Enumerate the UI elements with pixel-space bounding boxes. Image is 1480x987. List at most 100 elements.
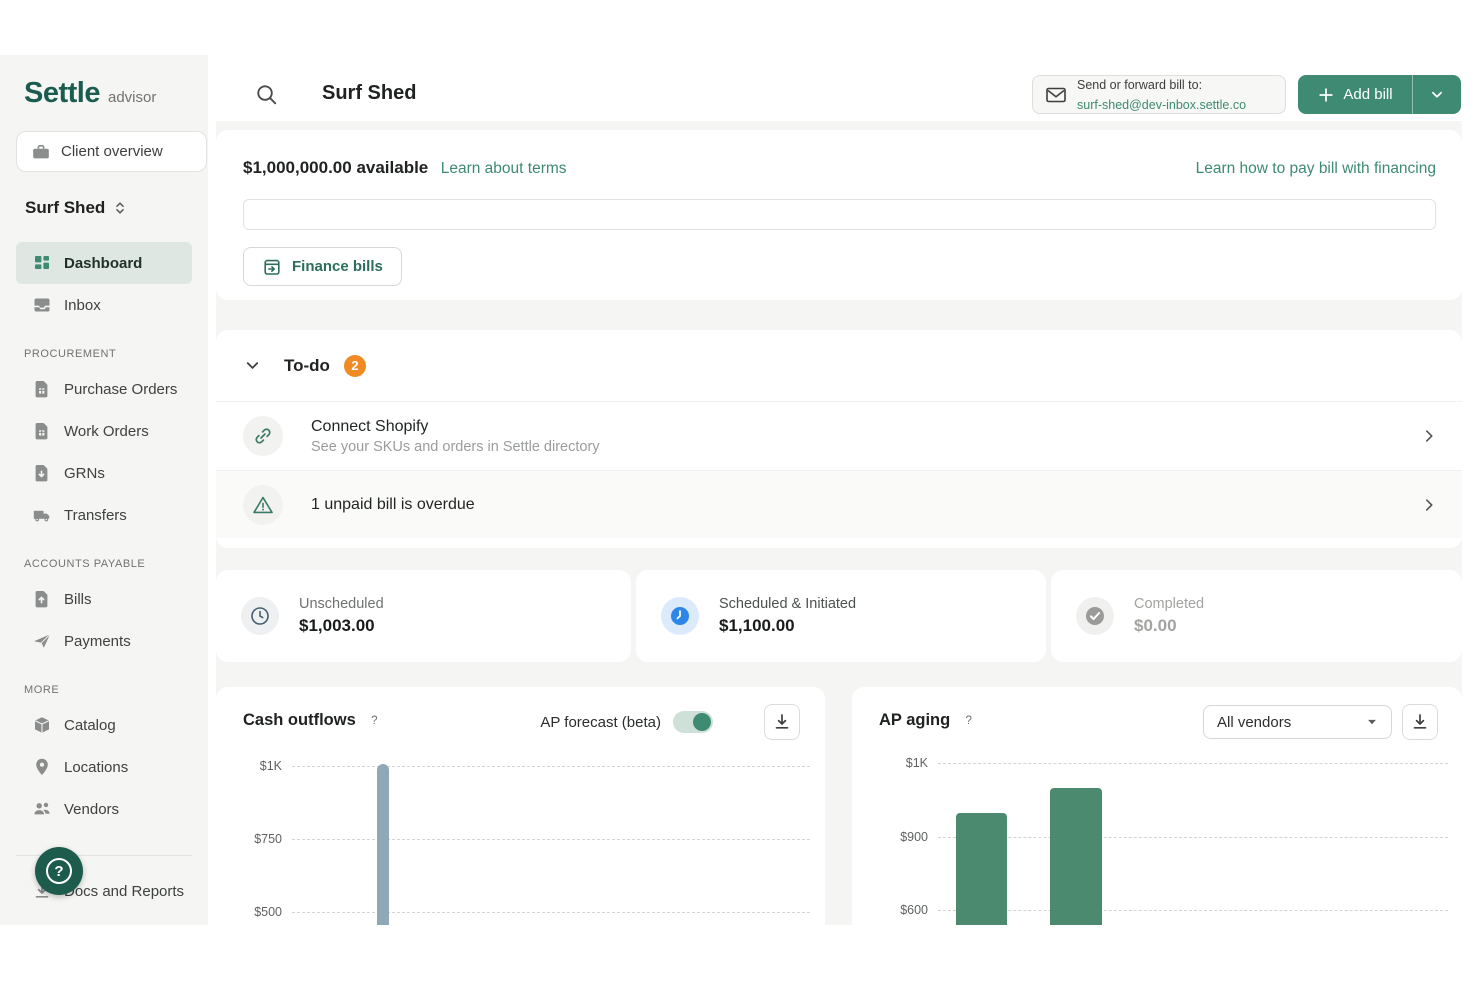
gridline: [292, 766, 810, 767]
sidebar-item-catalog[interactable]: Catalog: [16, 704, 192, 746]
advisor-label: advisor: [108, 89, 156, 106]
chevron-up-down-icon: [113, 199, 127, 217]
todo-title: To-do: [284, 356, 330, 376]
page-title: Surf Shed: [322, 82, 416, 105]
add-bill-dropdown-button[interactable]: [1412, 75, 1461, 114]
add-bill-label: Add bill: [1343, 86, 1392, 103]
financing-card: $1,000,000.00 available Learn about term…: [216, 130, 1462, 300]
briefcase-icon: [31, 142, 51, 162]
question-mark-icon: ?: [46, 858, 72, 884]
grn-file-download-icon: [32, 463, 52, 483]
todo-item-overdue-bill[interactable]: 1 unpaid bill is overdue: [216, 470, 1462, 538]
cash-outflows-download-button[interactable]: [764, 704, 800, 740]
sidebar-item-label: Locations: [64, 759, 128, 776]
sidebar-item-bills[interactable]: Bills: [16, 578, 192, 620]
sidebar-item-grns[interactable]: GRNs: [16, 452, 192, 494]
map-pin-icon: [32, 757, 52, 777]
aging-bar-2: [1050, 788, 1102, 925]
forecast-bar: [377, 764, 389, 925]
chevron-down-icon: [1428, 86, 1446, 104]
sidebar-item-label: Transfers: [64, 507, 127, 524]
client-overview-button[interactable]: Client overview: [16, 131, 207, 172]
org-switcher[interactable]: Surf Shed: [25, 198, 127, 218]
credit-progress-bar: [243, 199, 1436, 230]
aging-bar-1: [956, 813, 1007, 925]
forward-bill-label: Send or forward bill to:: [1077, 78, 1202, 92]
status-value: $0.00: [1134, 616, 1204, 636]
people-icon: [32, 799, 52, 819]
help-circle-icon[interactable]: ?: [960, 712, 977, 729]
ap-forecast-toggle[interactable]: [673, 711, 713, 733]
logo: Settle advisor: [24, 77, 156, 110]
forward-bill-box[interactable]: Send or forward bill to: surf-shed@dev-i…: [1032, 75, 1286, 114]
sidebar-item-label: GRNs: [64, 465, 105, 482]
download-icon: [772, 712, 792, 732]
sidebar-item-vendors[interactable]: Vendors: [16, 788, 192, 830]
todo-item-texts: Connect Shopify See your SKUs and orders…: [311, 418, 1392, 455]
plus-icon: [1317, 86, 1335, 104]
learn-financing-link[interactable]: Learn how to pay bill with financing: [1196, 160, 1436, 178]
cash-outflows-card: Cash outflows ? AP forecast (beta) $1K $…: [216, 687, 825, 925]
status-value: $1,100.00: [719, 616, 856, 636]
sidebar-item-label: Vendors: [64, 801, 119, 818]
truck-icon: [32, 505, 52, 525]
link-icon: [243, 416, 283, 456]
todo-item-subtitle: See your SKUs and orders in Settle direc…: [311, 439, 1392, 455]
ap-aging-download-button[interactable]: [1402, 704, 1438, 740]
cash-ytick-1k: $1K: [226, 759, 282, 773]
purchase-order-file-icon: [32, 379, 52, 399]
aging-ytick-600: $600: [872, 903, 928, 917]
forward-bill-text: Send or forward bill to: surf-shed@dev-i…: [1077, 75, 1246, 113]
envelope-icon: [1045, 84, 1067, 106]
search-button[interactable]: [255, 83, 279, 107]
sidebar-item-work-orders[interactable]: Work Orders: [16, 410, 192, 452]
help-fab-button[interactable]: ?: [35, 847, 83, 895]
learn-about-terms-link[interactable]: Learn about terms: [441, 160, 567, 177]
finance-bills-button[interactable]: Finance bills: [243, 247, 402, 286]
collapse-chevron-icon[interactable]: [243, 356, 262, 375]
aging-ytick-1k: $1K: [872, 756, 928, 770]
gridline: [938, 910, 1448, 911]
sidebar: Settle advisor Client overview Surf Shed…: [0, 55, 208, 925]
ap-forecast-toggle-label: AP forecast (beta): [540, 714, 661, 731]
cash-outflows-title: Cash outflows: [243, 711, 356, 730]
gridline: [292, 839, 810, 840]
todo-item-texts: 1 unpaid bill is overdue: [311, 496, 1392, 514]
add-bill-split-button: Add bill: [1298, 75, 1461, 114]
sidebar-nav: Dashboard Inbox PROCUREMENT Purchase Ord…: [0, 242, 208, 830]
search-icon: [255, 83, 279, 107]
finance-bills-label: Finance bills: [292, 258, 383, 275]
org-name: Surf Shed: [25, 198, 105, 218]
caret-down-icon: [1365, 715, 1379, 729]
gridline: [292, 912, 810, 913]
status-card-unscheduled: Unscheduled $1,003.00: [216, 570, 631, 662]
todo-item-title: 1 unpaid bill is overdue: [311, 496, 1392, 514]
bill-file-upload-icon: [32, 589, 52, 609]
add-bill-button[interactable]: Add bill: [1298, 75, 1412, 114]
sidebar-item-locations[interactable]: Locations: [16, 746, 192, 788]
ap-aging-card: AP aging ? All vendors $1K $900 $600: [852, 687, 1462, 925]
cash-ytick-750: $750: [226, 832, 282, 846]
help-circle-icon[interactable]: ?: [366, 712, 383, 729]
sidebar-item-transfers[interactable]: Transfers: [16, 494, 192, 536]
todo-card: To-do 2 Connect Shopify See your SKUs an…: [216, 330, 1462, 548]
status-card-scheduled: Scheduled & Initiated $1,100.00: [636, 570, 1046, 662]
sidebar-item-purchase-orders[interactable]: Purchase Orders: [16, 368, 192, 410]
vendor-filter-select[interactable]: All vendors: [1203, 705, 1392, 739]
sidebar-item-label: Work Orders: [64, 423, 149, 440]
sidebar-item-label: Catalog: [64, 717, 116, 734]
gridline: [938, 763, 1448, 764]
sidebar-item-inbox[interactable]: Inbox: [16, 284, 192, 326]
app-canvas: Settle advisor Client overview Surf Shed…: [0, 0, 1480, 987]
sidebar-item-dashboard[interactable]: Dashboard: [16, 242, 192, 284]
sidebar-item-payments[interactable]: Payments: [16, 620, 192, 662]
status-texts: Scheduled & Initiated $1,100.00: [719, 596, 856, 636]
status-label: Completed: [1134, 596, 1204, 612]
status-value: $1,003.00: [299, 616, 384, 636]
settle-wordmark: Settle: [24, 77, 100, 110]
gridline: [938, 837, 1448, 838]
sidebar-item-label: Docs and Reports: [64, 883, 184, 900]
forward-bill-email: surf-shed@dev-inbox.settle.co: [1077, 98, 1246, 112]
todo-item-connect-shopify[interactable]: Connect Shopify See your SKUs and orders…: [216, 402, 1462, 470]
chevron-right-icon: [1420, 427, 1438, 445]
